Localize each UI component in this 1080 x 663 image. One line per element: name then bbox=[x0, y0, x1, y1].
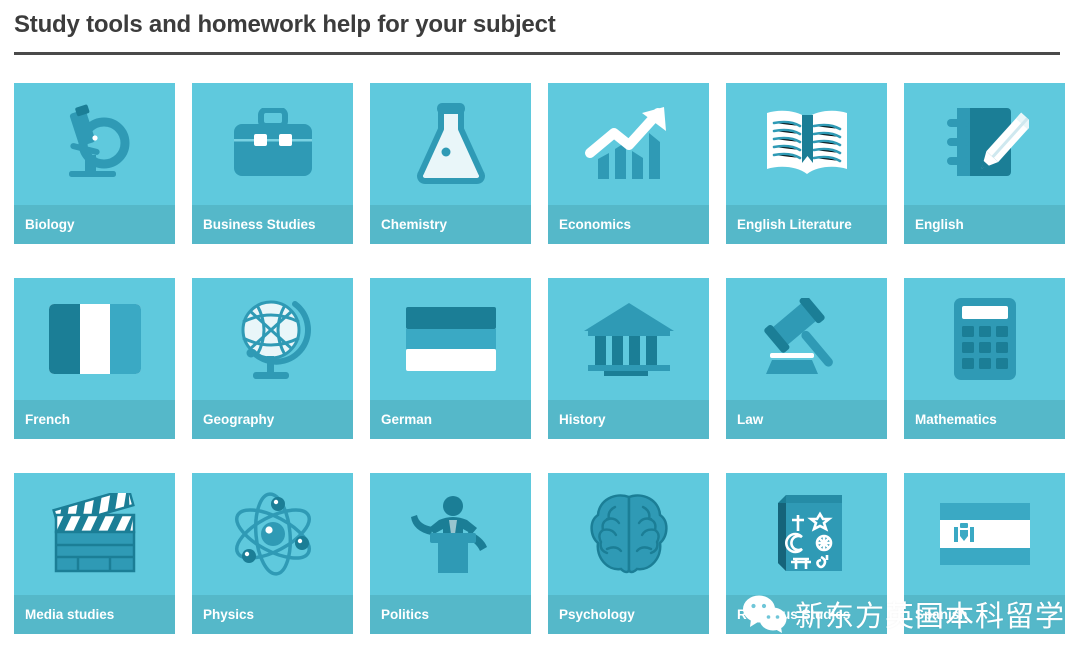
subject-tile[interactable]: Media studies bbox=[14, 473, 175, 634]
globe-icon bbox=[192, 278, 353, 400]
french-flag-icon bbox=[14, 278, 175, 400]
subject-tile-label-band: English Literature bbox=[726, 205, 887, 244]
subject-tile-label-band: Biology bbox=[14, 205, 175, 244]
subject-tile-label: Law bbox=[737, 412, 764, 427]
subject-tile-label-band: Mathematics bbox=[904, 400, 1065, 439]
subject-tile-label: German bbox=[381, 412, 433, 427]
clapperboard-icon bbox=[14, 473, 175, 595]
subject-tile-label: Religious Studies bbox=[737, 607, 851, 622]
subject-tile[interactable]: Politics bbox=[370, 473, 531, 634]
subject-tile-label-band: French bbox=[14, 400, 175, 439]
brain-icon bbox=[548, 473, 709, 595]
subject-tile-label-band: Geography bbox=[192, 400, 353, 439]
subject-tile[interactable]: Economics bbox=[548, 83, 709, 244]
religious-book-icon bbox=[726, 473, 887, 595]
page-title: Study tools and homework help for your s… bbox=[14, 11, 556, 38]
subject-tile-label: Politics bbox=[381, 607, 430, 622]
subject-tile[interactable]: History bbox=[548, 278, 709, 439]
subject-tile[interactable]: Psychology bbox=[548, 473, 709, 634]
subject-tile-label: Media studies bbox=[25, 607, 115, 622]
subject-tile-label-band: Law bbox=[726, 400, 887, 439]
page-header: Study tools and homework help for your s… bbox=[14, 8, 1060, 55]
subject-tile-label: Chemistry bbox=[381, 217, 448, 232]
subject-tile[interactable]: Physics bbox=[192, 473, 353, 634]
subject-tile-label: French bbox=[25, 412, 71, 427]
subject-tile-label-band: German bbox=[370, 400, 531, 439]
growth-chart-icon bbox=[548, 83, 709, 205]
subject-tile-label: Psychology bbox=[559, 607, 635, 622]
subject-tile-label-band: English bbox=[904, 205, 1065, 244]
subject-tiles-page: Study tools and homework help for your s… bbox=[0, 0, 1080, 663]
german-flag-icon bbox=[370, 278, 531, 400]
subject-tile-label-band: Chemistry bbox=[370, 205, 531, 244]
calculator-icon bbox=[904, 278, 1065, 400]
subject-grid: Biology Business Studies Chemistry Econo… bbox=[14, 83, 1066, 634]
subject-tile[interactable]: Chemistry bbox=[370, 83, 531, 244]
subject-tile-label-band: Business Studies bbox=[192, 205, 353, 244]
microscope-icon bbox=[14, 83, 175, 205]
subject-tile[interactable]: Mathematics bbox=[904, 278, 1065, 439]
subject-tile-label-band: Religious Studies bbox=[726, 595, 887, 634]
subject-tile[interactable]: English Literature bbox=[726, 83, 887, 244]
subject-tile-label-band: Psychology bbox=[548, 595, 709, 634]
subject-tile-label-band: Economics bbox=[548, 205, 709, 244]
subject-tile[interactable]: Law bbox=[726, 278, 887, 439]
gavel-icon bbox=[726, 278, 887, 400]
subject-tile[interactable]: Religious Studies bbox=[726, 473, 887, 634]
subject-tile-label: Mathematics bbox=[915, 412, 997, 427]
atom-icon bbox=[192, 473, 353, 595]
briefcase-icon bbox=[192, 83, 353, 205]
subject-tile[interactable]: Biology bbox=[14, 83, 175, 244]
subject-tile-label: History bbox=[559, 412, 606, 427]
subject-tile-label-band: History bbox=[548, 400, 709, 439]
subject-tile-label: Economics bbox=[559, 217, 632, 232]
subject-tile-label-band: Media studies bbox=[14, 595, 175, 634]
subject-tile-label: Physics bbox=[203, 607, 255, 622]
speaker-podium-icon bbox=[370, 473, 531, 595]
flask-icon bbox=[370, 83, 531, 205]
subject-tile-label: Geography bbox=[203, 412, 275, 427]
notebook-pencil-icon bbox=[904, 83, 1065, 205]
subject-tile-label: Spanish bbox=[915, 607, 968, 622]
subject-tile[interactable]: Spanish bbox=[904, 473, 1065, 634]
classical-building-icon bbox=[548, 278, 709, 400]
subject-tile-label-band: Politics bbox=[370, 595, 531, 634]
subject-tile-label: Biology bbox=[25, 217, 75, 232]
title-divider bbox=[14, 52, 1060, 55]
subject-tile-label: Business Studies bbox=[203, 217, 316, 232]
subject-tile[interactable]: English bbox=[904, 83, 1065, 244]
subject-tile-label: English bbox=[915, 217, 964, 232]
subject-tile[interactable]: Business Studies bbox=[192, 83, 353, 244]
subject-tile[interactable]: German bbox=[370, 278, 531, 439]
subject-tile-label: English Literature bbox=[737, 217, 852, 232]
spanish-flag-icon bbox=[904, 473, 1065, 595]
open-book-icon bbox=[726, 83, 887, 205]
subject-tile-label-band: Physics bbox=[192, 595, 353, 634]
subject-tile-label-band: Spanish bbox=[904, 595, 1065, 634]
subject-tile[interactable]: French bbox=[14, 278, 175, 439]
subject-tile[interactable]: Geography bbox=[192, 278, 353, 439]
